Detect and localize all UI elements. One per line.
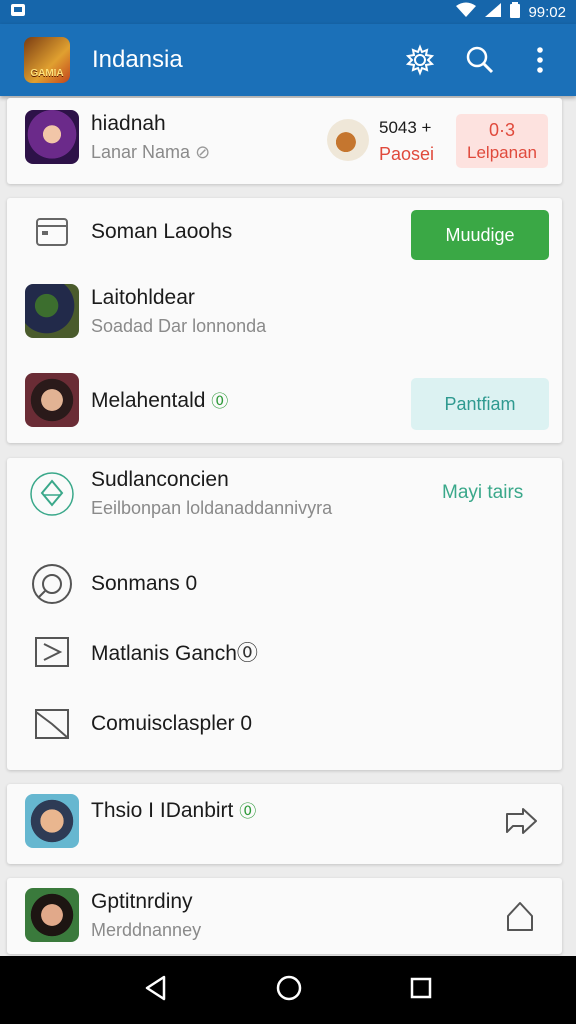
stat-avatar xyxy=(327,119,369,161)
diamond-icon xyxy=(25,471,79,517)
storage-icon xyxy=(25,217,79,247)
battery-icon xyxy=(510,2,521,22)
list-avatar xyxy=(25,284,79,338)
signal-icon xyxy=(484,2,502,22)
app-title: Indansia xyxy=(92,46,183,73)
settings-row[interactable]: Sonmans 0 xyxy=(7,562,562,606)
home-icon[interactable] xyxy=(276,975,302,1006)
last-avatar xyxy=(25,888,79,942)
secondary-action-button[interactable]: Pantfiam xyxy=(411,378,549,430)
verified-icon: ⓪ xyxy=(211,392,229,411)
last-card[interactable]: Gptitnrdiny Merddnanney xyxy=(7,878,562,954)
image-frame-icon xyxy=(25,636,79,668)
list-card-1: Soman Laoohs Muudige Laitohldear Soadad … xyxy=(7,198,562,443)
profile-name: hiadnah xyxy=(91,111,166,135)
app-logo[interactable]: GAMIA xyxy=(24,37,70,83)
share-card[interactable]: Thsio I IDanbirt ⓪ xyxy=(7,784,562,864)
verified-icon: ⓪ xyxy=(239,802,257,821)
upload-icon[interactable] xyxy=(505,900,535,937)
soman-label: Soman Laoohs xyxy=(91,220,233,243)
profile-card: hiadnah Lanar Nama ⊘ 5043 + Paosei 0·3 L… xyxy=(7,98,562,184)
sd-card-icon xyxy=(10,3,26,21)
settings-gear-icon[interactable] xyxy=(400,40,440,80)
edit-icon[interactable]: ⊘ xyxy=(195,142,210,162)
search-icon[interactable] xyxy=(460,40,500,80)
primary-action-button[interactable]: Muudige xyxy=(411,210,549,260)
status-time: 99:02 xyxy=(528,3,566,21)
settings-row[interactable]: Matlanis Ganch⓪ xyxy=(7,636,562,668)
share-avatar xyxy=(25,794,79,848)
list-item[interactable]: Laitohldear Soadad Dar lonnonda xyxy=(7,284,562,338)
list-avatar xyxy=(25,373,79,427)
badge-button[interactable]: 0·3 Lelpanan xyxy=(456,114,548,168)
mail-icon xyxy=(25,708,79,740)
profile-avatar[interactable] xyxy=(25,110,79,164)
share-icon[interactable] xyxy=(503,808,539,841)
compass-icon xyxy=(25,562,79,606)
stat-label: Paosei xyxy=(379,144,435,164)
profile-subtitle: Lanar Nama xyxy=(91,141,191,162)
settings-row[interactable]: Comuisclaspler 0 xyxy=(7,708,562,740)
more-vert-icon[interactable] xyxy=(520,40,560,80)
status-bar: 99:02 xyxy=(0,0,576,24)
wifi-icon xyxy=(456,2,477,22)
stat-value: 5043 + xyxy=(379,118,432,137)
settings-card: Sudlanconcien Eeilbonpan loldanaddannivy… xyxy=(7,458,562,770)
recents-icon[interactable] xyxy=(410,977,432,1004)
settings-action-link[interactable]: Mayi tairs xyxy=(442,482,523,504)
app-bar: GAMIA Indansia xyxy=(0,24,576,96)
system-nav-bar xyxy=(0,956,576,1024)
back-icon[interactable] xyxy=(144,975,168,1006)
